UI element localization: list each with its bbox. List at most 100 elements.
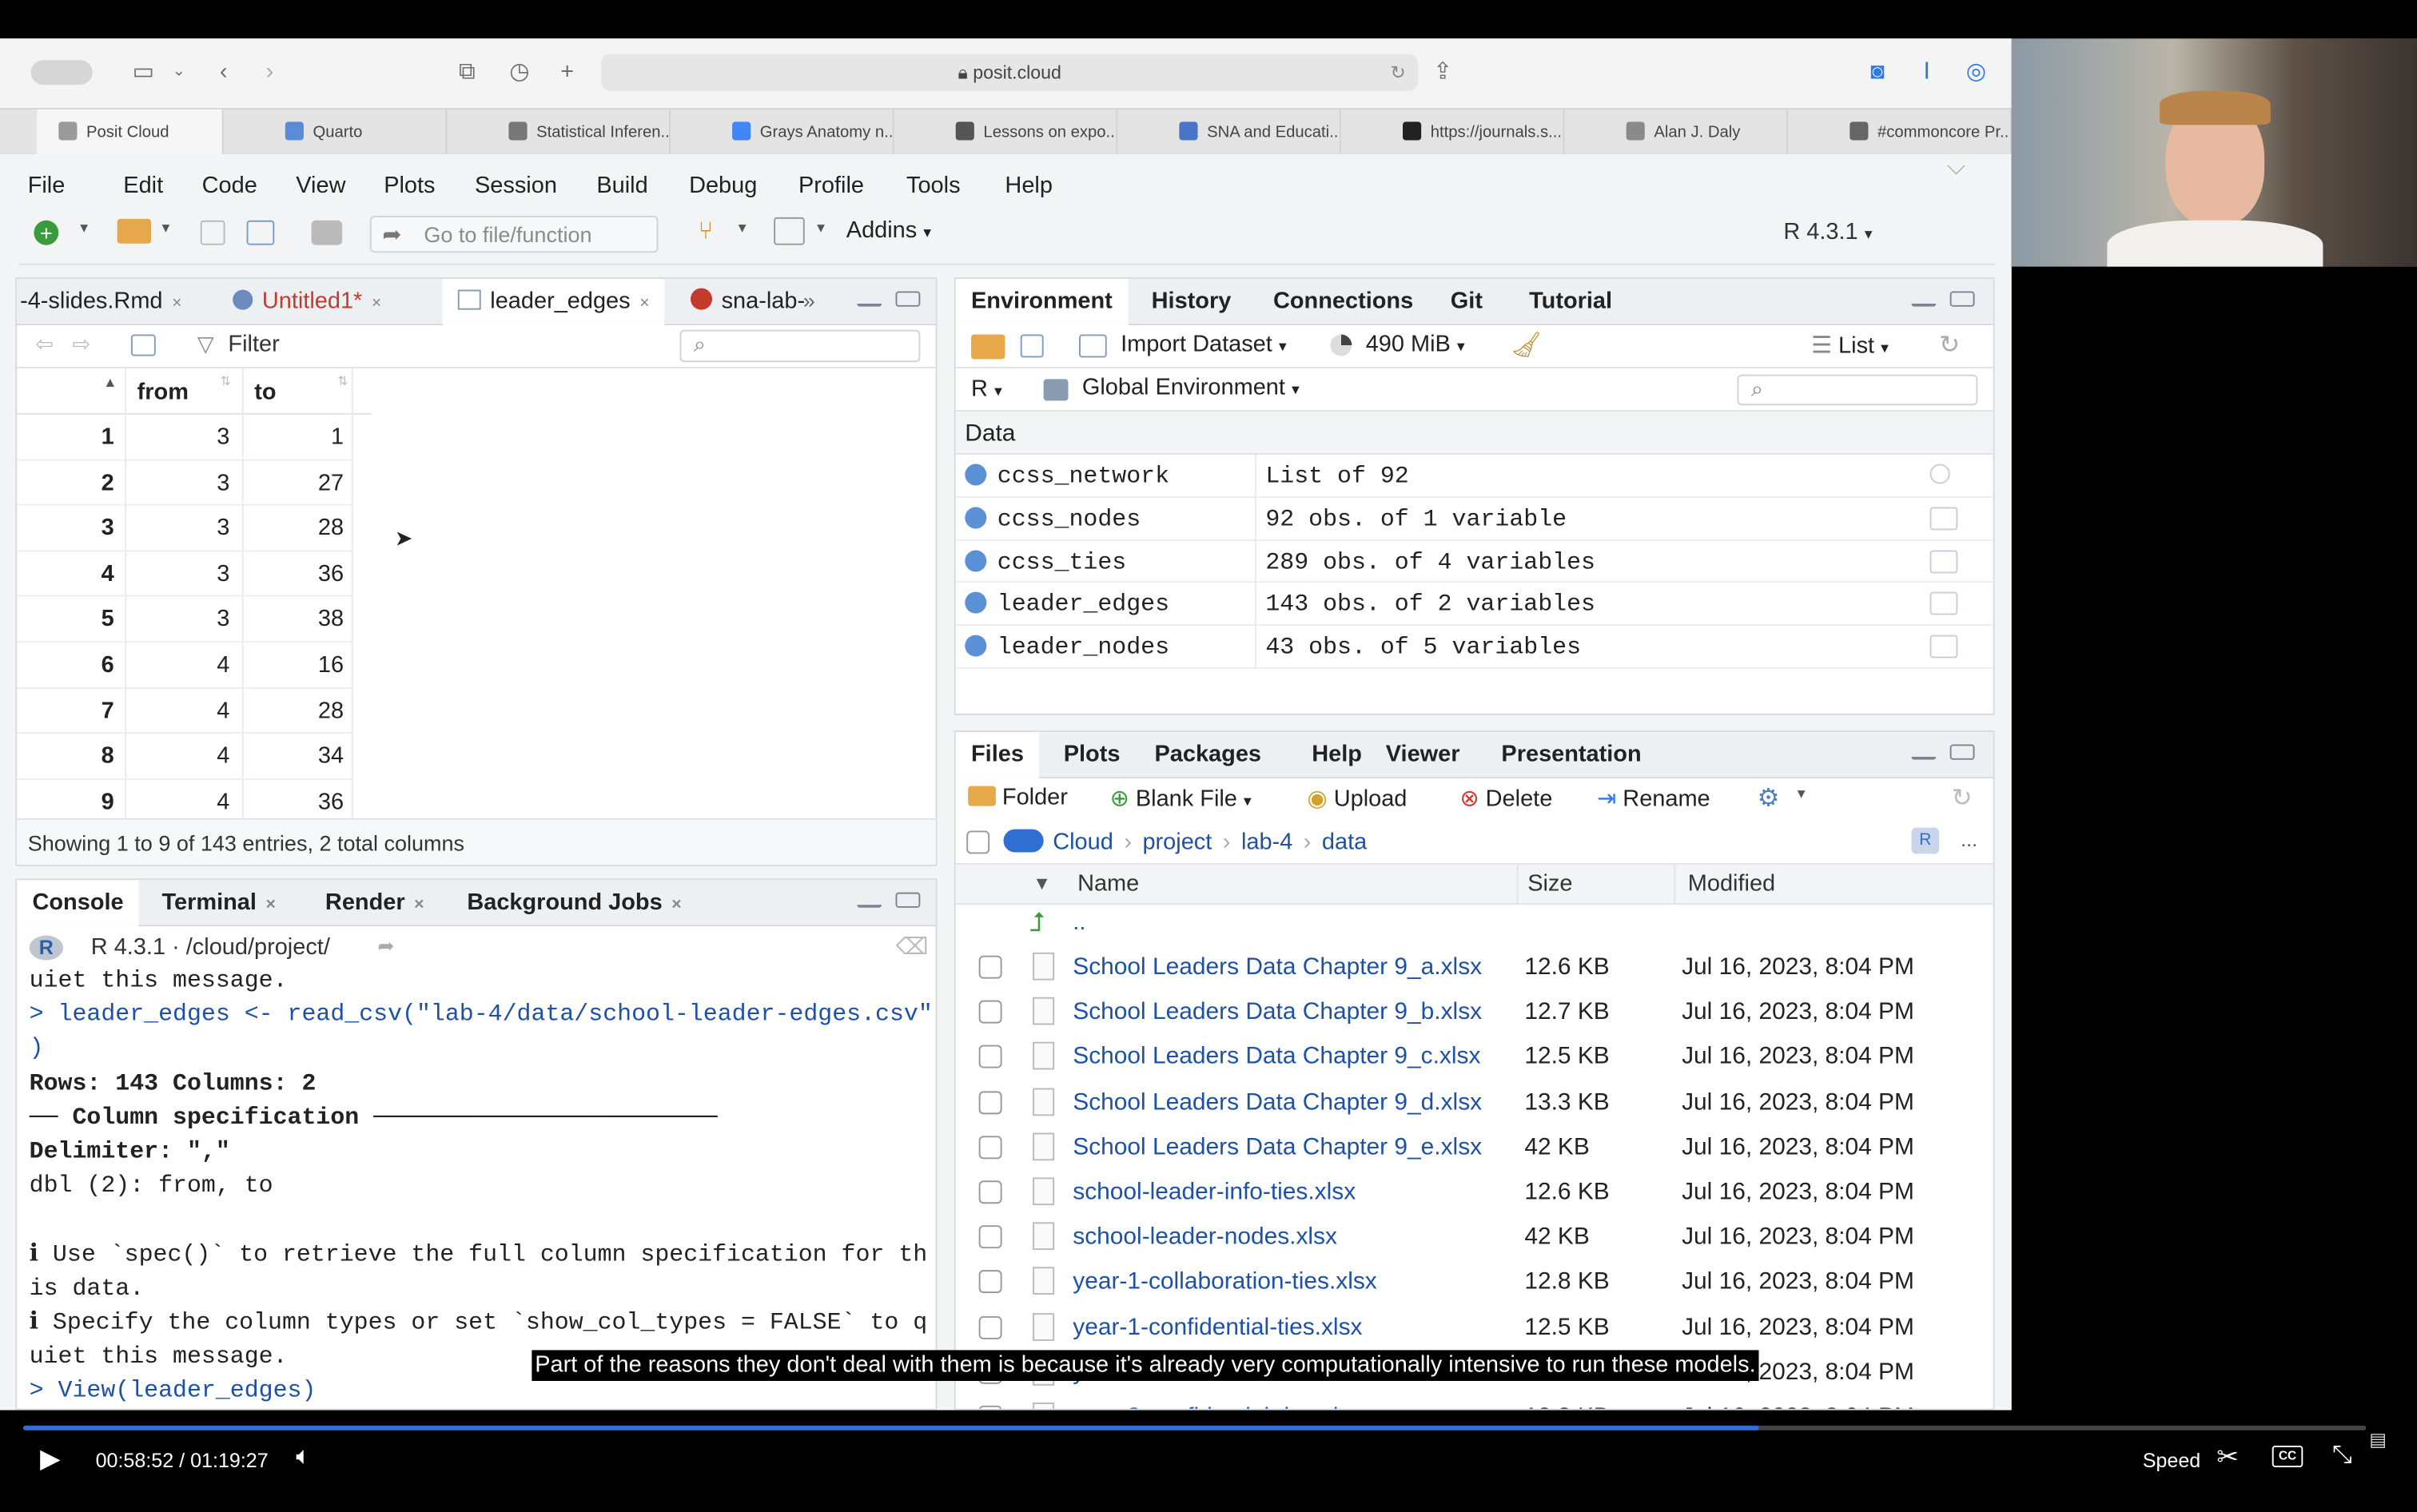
- table-row[interactable]: 4 3 36: [17, 551, 353, 598]
- new-file-icon[interactable]: +: [34, 220, 59, 245]
- reload-icon[interactable]: ↻: [1390, 54, 1405, 90]
- browser-tab[interactable]: Statistical Inferen...: [447, 109, 671, 156]
- browser-tab[interactable]: Lessons on expo...: [894, 109, 1118, 156]
- tab-overview-icon[interactable]: ⧉: [452, 58, 483, 86]
- print-icon[interactable]: [311, 220, 343, 245]
- source-tab[interactable]: -4-slides.Rmd ×: [17, 279, 197, 325]
- console-output[interactable]: uiet this message. > leader_edges <- read…: [30, 963, 936, 1407]
- more-options-button[interactable]: ...: [1961, 828, 1977, 851]
- maximize-icon[interactable]: [1949, 744, 1975, 760]
- url-bar[interactable]: 🔒︎ posit.cloud ↻: [601, 54, 1419, 91]
- save-workspace-icon[interactable]: [1020, 334, 1044, 358]
- go-to-file-input[interactable]: Go to file/function: [369, 215, 659, 253]
- browser-tab[interactable]: Posit Cloud: [37, 109, 224, 156]
- gear-icon[interactable]: ⚙︎: [1758, 783, 1780, 814]
- expand-icon[interactable]: [965, 549, 987, 571]
- files-tab-files[interactable]: Files: [955, 732, 1040, 778]
- environment-tab-history[interactable]: History: [1136, 279, 1246, 325]
- menu-session[interactable]: Session: [475, 173, 557, 199]
- file-row[interactable]: School Leaders Data Chapter 9_d.xlsx 13.3…: [956, 1080, 1993, 1124]
- menu-help[interactable]: Help: [1005, 173, 1053, 199]
- sort-triangle-icon[interactable]: ▼: [1033, 873, 1051, 894]
- file-row[interactable]: School Leaders Data Chapter 9_a.xlsx 12.6…: [956, 945, 1993, 989]
- clear-console-icon[interactable]: ⌫: [895, 933, 928, 961]
- console-tab[interactable]: Render ×: [310, 880, 440, 926]
- inspect-icon[interactable]: [1929, 464, 1950, 484]
- open-folder-icon[interactable]: [117, 218, 151, 244]
- file-name[interactable]: year-1-confidential-ties.xlsx: [1073, 1314, 1362, 1342]
- goto-dir-icon[interactable]: ➦: [377, 934, 394, 959]
- table-row[interactable]: 3 3 28: [17, 506, 353, 552]
- environment-item[interactable]: ccss_nodes 92 obs. of 1 variable: [955, 497, 1993, 541]
- file-name[interactable]: School Leaders Data Chapter 9_c.xlsx: [1073, 1044, 1480, 1072]
- files-tab-packages[interactable]: Packages: [1139, 732, 1276, 778]
- console-tab[interactable]: Console: [17, 880, 139, 927]
- maximize-icon[interactable]: [895, 291, 921, 307]
- close-icon[interactable]: ×: [265, 895, 275, 913]
- pane-layout-icon[interactable]: [774, 217, 805, 245]
- close-icon[interactable]: ×: [172, 294, 181, 312]
- minimize-icon[interactable]: [1911, 300, 1937, 307]
- save-icon[interactable]: [200, 220, 225, 245]
- file-name[interactable]: School Leaders Data Chapter 9_b.xlsx: [1073, 999, 1482, 1027]
- column-modified[interactable]: Modified: [1688, 871, 1775, 897]
- expand-icon[interactable]: [965, 507, 987, 529]
- parent-directory-link[interactable]: ..: [1073, 909, 1085, 936]
- close-icon[interactable]: ×: [671, 895, 681, 913]
- table-row[interactable]: 1 3 1: [17, 415, 353, 460]
- browser-tab[interactable]: Alan J. Daly: [1564, 109, 1789, 156]
- file-name[interactable]: School Leaders Data Chapter 9_a.xlsx: [1073, 954, 1482, 982]
- files-tab-help[interactable]: Help: [1296, 732, 1377, 778]
- file-name[interactable]: year-3-confidential-ties.xlsx: [1073, 1404, 1362, 1409]
- filter-label[interactable]: Filter: [228, 332, 279, 358]
- minimize-icon[interactable]: [857, 901, 882, 908]
- new-folder-button[interactable]: Folder: [968, 785, 1068, 810]
- memory-usage-button[interactable]: 490 MiB ▾: [1366, 332, 1465, 358]
- play-icon[interactable]: ▶: [40, 1444, 60, 1475]
- file-row[interactable]: School Leaders Data Chapter 9_b.xlsx 12.7…: [956, 990, 1993, 1035]
- files-tab-viewer[interactable]: Viewer: [1370, 732, 1475, 778]
- sort-ascending-icon[interactable]: ▲: [103, 375, 117, 390]
- file-row[interactable]: School Leaders Data Chapter 9_e.xlsx 42 K…: [956, 1124, 1993, 1169]
- upload-button[interactable]: ◉ Upload: [1307, 785, 1407, 813]
- browser-tab[interactable]: #commoncore Pr...: [1788, 109, 2012, 156]
- environment-tab-environment[interactable]: Environment: [955, 279, 1129, 325]
- files-tab-presentation[interactable]: Presentation: [1486, 732, 1657, 778]
- breadcrumb-item[interactable]: data: [1322, 830, 1367, 856]
- refresh-icon[interactable]: ↻: [1952, 783, 1973, 814]
- environment-search-input[interactable]: ⌕: [1737, 374, 1978, 406]
- share-icon[interactable]: ⇪: [1428, 58, 1459, 86]
- new-tab-icon[interactable]: +: [551, 58, 583, 86]
- compass-icon[interactable]: ◎: [1961, 58, 1992, 86]
- sort-icon[interactable]: ⇅: [337, 375, 348, 388]
- table-row[interactable]: 7 4 28: [17, 688, 353, 734]
- progress-track[interactable]: [22, 1425, 2367, 1430]
- delete-button[interactable]: ⊗ Delete: [1459, 785, 1552, 813]
- chevron-down-icon[interactable]: ▾: [1798, 786, 1806, 803]
- environment-item[interactable]: ccss_network List of 92: [955, 454, 1993, 498]
- breadcrumb-item[interactable]: Cloud: [1053, 830, 1113, 856]
- source-tab[interactable]: Untitled1* ×: [217, 279, 397, 325]
- file-name[interactable]: school-leader-nodes.xlsx: [1073, 1224, 1337, 1252]
- language-select[interactable]: R ▾: [971, 376, 1002, 403]
- environment-item[interactable]: ccss_ties 289 obs. of 4 variables: [955, 540, 1993, 583]
- refresh-icon[interactable]: ↻: [1939, 330, 1960, 361]
- file-name[interactable]: School Leaders Data Chapter 9_d.xlsx: [1073, 1089, 1482, 1117]
- view-table-icon[interactable]: [1929, 549, 1958, 573]
- breadcrumb-item[interactable]: lab-4: [1241, 830, 1292, 856]
- column-name[interactable]: Name: [1077, 871, 1139, 897]
- exit-fullscreen-icon[interactable]: ⤡: [2332, 1442, 2352, 1470]
- rename-button[interactable]: ⇥ Rename: [1597, 785, 1710, 813]
- broom-icon[interactable]: 🧹︎: [1511, 330, 1542, 361]
- menu-file[interactable]: File: [28, 173, 66, 199]
- expand-icon[interactable]: [965, 635, 987, 657]
- caption-settings-icon[interactable]: ▤: [2369, 1429, 2387, 1450]
- minimize-icon[interactable]: [857, 300, 882, 307]
- file-checkbox[interactable]: [978, 955, 1002, 979]
- file-row[interactable]: School Leaders Data Chapter 9_c.xlsx 12.5…: [956, 1035, 1993, 1080]
- environment-tab-connections[interactable]: Connections: [1258, 279, 1429, 325]
- console-tab[interactable]: Background Jobs ×: [452, 880, 697, 926]
- environment-tab-git[interactable]: Git: [1435, 279, 1498, 325]
- collapse-chevron-icon[interactable]: ⌵: [1947, 154, 1993, 185]
- file-checkbox[interactable]: [978, 1270, 1002, 1294]
